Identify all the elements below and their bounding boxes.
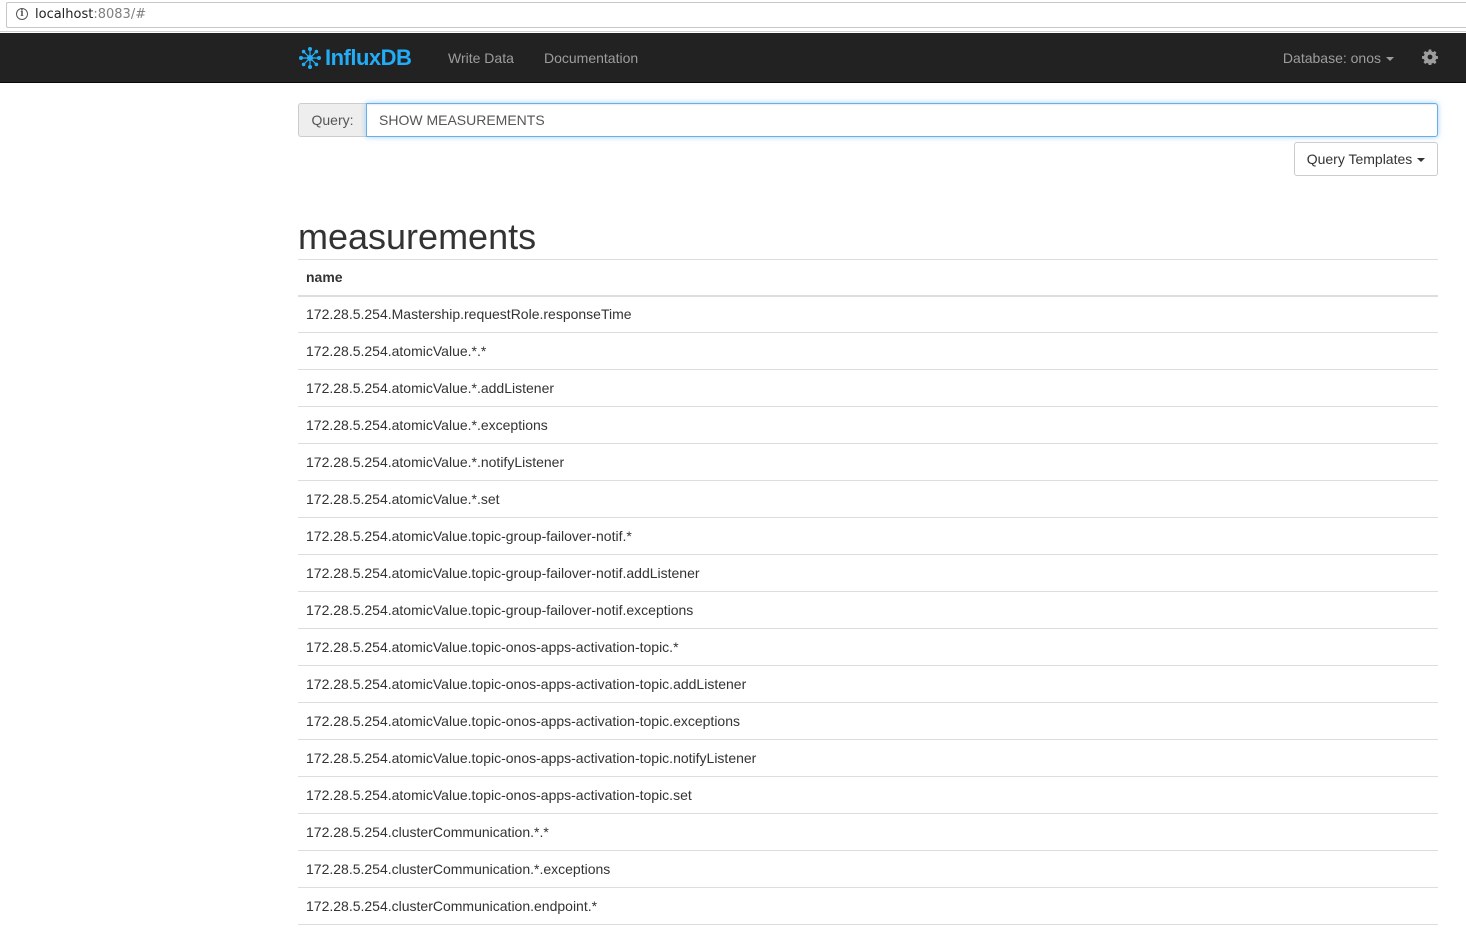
navbar: InfluxDB Write Data Documentation Databa…: [0, 33, 1466, 83]
browser-address-bar: i localhost:8083/#: [0, 0, 1466, 32]
table-row: 172.28.5.254.clusterCommunication.endpoi…: [298, 887, 1438, 925]
measurement-name-cell: 172.28.5.254.atomicValue.topic-group-fai…: [298, 517, 1438, 555]
caret-down-icon: [1417, 158, 1426, 163]
table-header-row: name: [298, 259, 1438, 297]
database-dropdown[interactable]: Database: onos: [1283, 33, 1394, 83]
table-row: 172.28.5.254.atomicValue.topic-group-fai…: [298, 517, 1438, 555]
measurement-name-cell: 172.28.5.254.atomicValue.topic-onos-apps…: [298, 665, 1438, 703]
query-group: Query:: [298, 103, 1438, 137]
table-row: 172.28.5.254.atomicValue.*.notifyListene…: [298, 443, 1438, 481]
measurement-name-cell: 172.28.5.254.atomicValue.topic-onos-apps…: [298, 702, 1438, 740]
table-row: 172.28.5.254.clusterCommunication.*.*: [298, 813, 1438, 851]
results-title: measurements: [298, 216, 537, 257]
table-row: 172.28.5.254.atomicValue.topic-group-fai…: [298, 554, 1438, 592]
measurement-name-cell: 172.28.5.254.clusterCommunication.*.exce…: [298, 850, 1438, 888]
measurement-name-cell: 172.28.5.254.atomicValue.*.*: [298, 332, 1438, 370]
table-row: 172.28.5.254.atomicValue.topic-onos-apps…: [298, 776, 1438, 814]
measurement-name-cell: 172.28.5.254.atomicValue.topic-onos-apps…: [298, 776, 1438, 814]
measurement-name-cell: 172.28.5.254.clusterCommunication.endpoi…: [298, 887, 1438, 925]
influxdb-logo-icon: [299, 47, 321, 69]
gear-icon[interactable]: [1422, 49, 1438, 65]
measurement-name-cell: 172.28.5.254.atomicValue.topic-onos-apps…: [298, 739, 1438, 777]
table-row: 172.28.5.254.Mastership.requestRole.resp…: [298, 295, 1438, 333]
table-row: 172.28.5.254.atomicValue.*.set: [298, 480, 1438, 518]
measurement-name-cell: 172.28.5.254.atomicValue.*.notifyListene…: [298, 443, 1438, 481]
measurement-name-cell: 172.28.5.254.atomicValue.topic-group-fai…: [298, 591, 1438, 629]
table-row: 172.28.5.254.atomicValue.*.addListener: [298, 369, 1438, 407]
caret-down-icon: [1386, 57, 1394, 62]
info-icon[interactable]: i: [16, 8, 28, 20]
query-input[interactable]: [366, 103, 1438, 137]
table-row: 172.28.5.254.atomicValue.topic-onos-apps…: [298, 702, 1438, 740]
nav-documentation[interactable]: Documentation: [544, 33, 638, 83]
query-label: Query:: [298, 103, 366, 137]
table-row: 172.28.5.254.atomicValue.topic-onos-apps…: [298, 739, 1438, 777]
brand-logo[interactable]: InfluxDB: [297, 43, 412, 73]
measurement-name-cell: 172.28.5.254.atomicValue.*.exceptions: [298, 406, 1438, 444]
measurement-name-cell: 172.28.5.254.Mastership.requestRole.resp…: [298, 295, 1438, 333]
brand-name: InfluxDB: [325, 45, 412, 70]
table-row: 172.28.5.254.atomicValue.*.*: [298, 332, 1438, 370]
measurement-name-cell: 172.28.5.254.atomicValue.*.set: [298, 480, 1438, 518]
column-header-name: name: [298, 259, 1438, 297]
table-row: 172.28.5.254.atomicValue.topic-onos-apps…: [298, 628, 1438, 666]
query-templates-button[interactable]: Query Templates: [1294, 142, 1438, 176]
measurement-name-cell: 172.28.5.254.atomicValue.*.addListener: [298, 369, 1438, 407]
measurement-name-cell: 172.28.5.254.atomicValue.topic-group-fai…: [298, 554, 1438, 592]
database-label: Database: onos: [1282, 50, 1381, 66]
table-row: 172.28.5.254.clusterCommunication.*.exce…: [298, 850, 1438, 888]
results-body: 172.28.5.254.Mastership.requestRole.resp…: [298, 295, 1438, 925]
table-row: 172.28.5.254.atomicValue.topic-onos-apps…: [298, 665, 1438, 703]
results-table: name 172.28.5.254.Mastership.requestRole…: [298, 259, 1438, 925]
url-text: localhost:8083/#: [35, 7, 147, 22]
query-templates-label: Query Templates: [1306, 151, 1413, 167]
measurement-name-cell: 172.28.5.254.atomicValue.topic-onos-apps…: [298, 628, 1438, 666]
url-field[interactable]: i localhost:8083/#: [6, 2, 1466, 28]
nav-write-data[interactable]: Write Data: [448, 33, 514, 83]
measurement-name-cell: 172.28.5.254.clusterCommunication.*.*: [298, 813, 1438, 851]
table-row: 172.28.5.254.atomicValue.topic-group-fai…: [298, 591, 1438, 629]
table-row: 172.28.5.254.atomicValue.*.exceptions: [298, 406, 1438, 444]
